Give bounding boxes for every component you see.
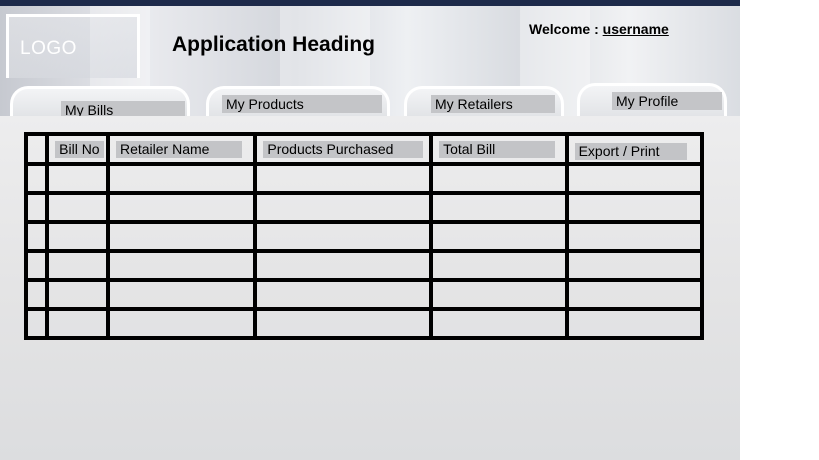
- row-selector-header: [23, 132, 50, 166]
- table-cell: [23, 220, 50, 253]
- table-cell: [253, 307, 434, 340]
- table-cell: [45, 307, 110, 340]
- table-cell: [105, 307, 258, 340]
- table-cell: [23, 278, 50, 311]
- column-header-label: Retailer Name: [115, 141, 242, 158]
- table-cell: [253, 220, 434, 253]
- table-cell: [23, 249, 50, 282]
- table-cell: [45, 162, 110, 195]
- column-header-label: Export / Print: [574, 143, 687, 160]
- table-cell: [429, 191, 569, 224]
- welcome-message: Welcome : username: [529, 21, 669, 37]
- table-row[interactable]: [23, 307, 705, 340]
- page-title: Application Heading: [172, 33, 376, 56]
- column-header-label: Total Bill: [439, 141, 556, 158]
- table-cell: [564, 220, 705, 253]
- table-header-row: Bill No Retailer Name Products Purchased…: [23, 132, 705, 166]
- table-cell: [105, 220, 258, 253]
- tab-my-profile[interactable]: My Profile: [577, 83, 727, 116]
- table-cell: [253, 278, 434, 311]
- table-cell: [564, 307, 705, 340]
- table-row[interactable]: [23, 249, 705, 282]
- table-cell: [45, 220, 110, 253]
- table-cell: [105, 191, 258, 224]
- table-cell: [429, 278, 569, 311]
- table-cell: [105, 162, 258, 195]
- column-header-retailer-name[interactable]: Retailer Name: [105, 132, 258, 166]
- column-header-label: Bill No: [55, 141, 104, 158]
- tab-my-products[interactable]: My Products: [206, 86, 390, 116]
- table-cell: [45, 191, 110, 224]
- tab-label: My Profile: [612, 92, 722, 110]
- table-cell: [253, 191, 434, 224]
- table-cell: [105, 249, 258, 282]
- table-cell: [429, 249, 569, 282]
- welcome-label: Welcome :: [529, 21, 599, 37]
- table-cell: [564, 162, 705, 195]
- table-cell: [105, 278, 258, 311]
- table-row[interactable]: [23, 220, 705, 253]
- table-cell: [429, 307, 569, 340]
- bills-table: Bill No Retailer Name Products Purchased…: [23, 132, 705, 340]
- logo-text: LOGO: [20, 38, 77, 59]
- table-row[interactable]: [23, 162, 705, 195]
- table-cell: [564, 191, 705, 224]
- table-cell: [253, 249, 434, 282]
- application-window: LOGO Application Heading Welcome : usern…: [0, 0, 740, 460]
- column-header-label: Products Purchased: [263, 141, 424, 158]
- tab-my-retailers[interactable]: My Retailers: [404, 86, 564, 116]
- tab-label: My Products: [222, 95, 382, 113]
- table-cell: [23, 191, 50, 224]
- column-header-bill-no[interactable]: Bill No: [45, 132, 110, 166]
- username-link[interactable]: username: [603, 21, 669, 37]
- table-cell: [429, 220, 569, 253]
- table-cell: [564, 278, 705, 311]
- table-cell: [23, 162, 50, 195]
- table-cell: [429, 162, 569, 195]
- column-header-total-bill[interactable]: Total Bill: [429, 132, 569, 166]
- table-cell: [45, 249, 110, 282]
- table-cell: [45, 278, 110, 311]
- tab-label: My Retailers: [431, 95, 555, 113]
- table-cell: [564, 249, 705, 282]
- table-row[interactable]: [23, 191, 705, 224]
- table-cell: [23, 307, 50, 340]
- table-cell: [253, 162, 434, 195]
- column-header-export-print[interactable]: Export / Print: [564, 132, 705, 166]
- column-header-products-purchased[interactable]: Products Purchased: [253, 132, 434, 166]
- tab-my-bills[interactable]: My Bills: [10, 86, 190, 119]
- table-row[interactable]: [23, 278, 705, 311]
